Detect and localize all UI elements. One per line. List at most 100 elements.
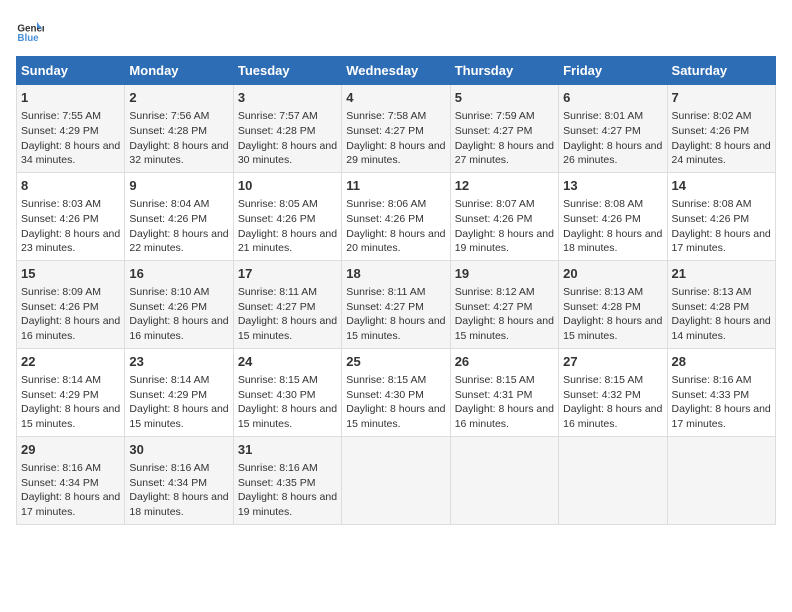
day-number: 14	[672, 177, 771, 195]
day-info: Sunrise: 8:08 AMSunset: 4:26 PMDaylight:…	[672, 197, 771, 256]
day-info: Sunrise: 8:15 AMSunset: 4:31 PMDaylight:…	[455, 373, 554, 432]
calendar-cell: 5Sunrise: 7:59 AMSunset: 4:27 PMDaylight…	[450, 85, 558, 173]
calendar-cell: 1 Sunrise: 7:55 AMSunset: 4:29 PMDaylight…	[17, 85, 125, 173]
calendar-cell: 21Sunrise: 8:13 AMSunset: 4:28 PMDayligh…	[667, 260, 775, 348]
day-number: 7	[672, 89, 771, 107]
calendar-cell: 7 Sunrise: 8:02 AMSunset: 4:26 PMDaylight…	[667, 85, 775, 173]
day-number: 22	[21, 353, 120, 371]
day-info: Sunrise: 8:09 AMSunset: 4:26 PMDaylight:…	[21, 285, 120, 344]
day-info: Sunrise: 8:11 AMSunset: 4:27 PMDaylight:…	[238, 285, 337, 344]
day-number: 18	[346, 265, 445, 283]
logo: General Blue	[16, 16, 48, 44]
calendar-cell	[342, 436, 450, 524]
day-info: Sunrise: 8:10 AMSunset: 4:26 PMDaylight:…	[129, 285, 228, 344]
day-info: Sunrise: 8:11 AMSunset: 4:27 PMDaylight:…	[346, 285, 445, 344]
day-number: 3	[238, 89, 337, 107]
day-info: Sunrise: 7:58 AMSunset: 4:27 PMDaylight:…	[346, 109, 445, 168]
day-number: 1	[21, 89, 120, 107]
day-info: Sunrise: 8:16 AMSunset: 4:34 PMDaylight:…	[129, 461, 228, 520]
page-header: General Blue	[16, 16, 776, 44]
calendar-week-row: 22 Sunrise: 8:14 AMSunset: 4:29 PMDayligh…	[17, 348, 776, 436]
calendar-cell: 30 Sunrise: 8:16 AMSunset: 4:34 PMDayligh…	[125, 436, 233, 524]
calendar-cell: 14 Sunrise: 8:08 AMSunset: 4:26 PMDayligh…	[667, 172, 775, 260]
day-info: Sunrise: 7:55 AMSunset: 4:29 PMDaylight:…	[21, 109, 120, 168]
calendar-cell: 8 Sunrise: 8:03 AMSunset: 4:26 PMDaylight…	[17, 172, 125, 260]
calendar-week-row: 15 Sunrise: 8:09 AMSunset: 4:26 PMDayligh…	[17, 260, 776, 348]
day-number: 30	[129, 441, 228, 459]
day-number: 4	[346, 89, 445, 107]
day-number: 10	[238, 177, 337, 195]
day-number: 11	[346, 177, 445, 195]
day-number: 5	[455, 89, 554, 107]
day-number: 28	[672, 353, 771, 371]
col-header-monday: Monday	[125, 57, 233, 85]
day-number: 26	[455, 353, 554, 371]
day-number: 2	[129, 89, 228, 107]
day-number: 20	[563, 265, 662, 283]
calendar-cell: 10 Sunrise: 8:05 AMSunset: 4:26 PMDayligh…	[233, 172, 341, 260]
day-info: Sunrise: 8:02 AMSunset: 4:26 PMDaylight:…	[672, 109, 771, 168]
calendar-table: SundayMondayTuesdayWednesdayThursdayFrid…	[16, 56, 776, 525]
calendar-week-row: 29Sunrise: 8:16 AMSunset: 4:34 PMDayligh…	[17, 436, 776, 524]
calendar-header-row: SundayMondayTuesdayWednesdayThursdayFrid…	[17, 57, 776, 85]
calendar-cell: 23 Sunrise: 8:14 AMSunset: 4:29 PMDayligh…	[125, 348, 233, 436]
day-number: 12	[455, 177, 554, 195]
day-info: Sunrise: 8:06 AMSunset: 4:26 PMDaylight:…	[346, 197, 445, 256]
day-info: Sunrise: 7:57 AMSunset: 4:28 PMDaylight:…	[238, 109, 337, 168]
day-info: Sunrise: 8:12 AMSunset: 4:27 PMDaylight:…	[455, 285, 554, 344]
day-info: Sunrise: 8:15 AMSunset: 4:30 PMDaylight:…	[346, 373, 445, 432]
calendar-cell: 20 Sunrise: 8:13 AMSunset: 4:28 PMDayligh…	[559, 260, 667, 348]
calendar-cell: 12 Sunrise: 8:07 AMSunset: 4:26 PMDayligh…	[450, 172, 558, 260]
day-number: 16	[129, 265, 228, 283]
day-number: 19	[455, 265, 554, 283]
day-info: Sunrise: 8:08 AMSunset: 4:26 PMDaylight:…	[563, 197, 662, 256]
calendar-cell: 27 Sunrise: 8:15 AMSunset: 4:32 PMDayligh…	[559, 348, 667, 436]
day-number: 15	[21, 265, 120, 283]
col-header-saturday: Saturday	[667, 57, 775, 85]
day-number: 6	[563, 89, 662, 107]
day-info: Sunrise: 8:15 AMSunset: 4:30 PMDaylight:…	[238, 373, 337, 432]
day-info: Sunrise: 8:04 AMSunset: 4:26 PMDaylight:…	[129, 197, 228, 256]
col-header-tuesday: Tuesday	[233, 57, 341, 85]
calendar-cell: 25 Sunrise: 8:15 AMSunset: 4:30 PMDayligh…	[342, 348, 450, 436]
calendar-cell: 22 Sunrise: 8:14 AMSunset: 4:29 PMDayligh…	[17, 348, 125, 436]
day-info: Sunrise: 8:03 AMSunset: 4:26 PMDaylight:…	[21, 197, 120, 256]
day-info: Sunrise: 8:15 AMSunset: 4:32 PMDaylight:…	[563, 373, 662, 432]
col-header-sunday: Sunday	[17, 57, 125, 85]
logo-icon: General Blue	[16, 16, 44, 44]
day-info: Sunrise: 8:16 AMSunset: 4:33 PMDaylight:…	[672, 373, 771, 432]
calendar-cell: 26 Sunrise: 8:15 AMSunset: 4:31 PMDayligh…	[450, 348, 558, 436]
calendar-cell	[559, 436, 667, 524]
day-info: Sunrise: 8:14 AMSunset: 4:29 PMDaylight:…	[21, 373, 120, 432]
day-number: 24	[238, 353, 337, 371]
calendar-cell: 11 Sunrise: 8:06 AMSunset: 4:26 PMDayligh…	[342, 172, 450, 260]
calendar-cell: 24 Sunrise: 8:15 AMSunset: 4:30 PMDayligh…	[233, 348, 341, 436]
calendar-week-row: 1 Sunrise: 7:55 AMSunset: 4:29 PMDaylight…	[17, 85, 776, 173]
calendar-cell: 2Sunrise: 7:56 AMSunset: 4:28 PMDaylight…	[125, 85, 233, 173]
calendar-cell: 17Sunrise: 8:11 AMSunset: 4:27 PMDayligh…	[233, 260, 341, 348]
day-number: 8	[21, 177, 120, 195]
calendar-cell: 19 Sunrise: 8:12 AMSunset: 4:27 PMDayligh…	[450, 260, 558, 348]
calendar-cell: 4 Sunrise: 7:58 AMSunset: 4:27 PMDaylight…	[342, 85, 450, 173]
col-header-wednesday: Wednesday	[342, 57, 450, 85]
calendar-cell: 28 Sunrise: 8:16 AMSunset: 4:33 PMDayligh…	[667, 348, 775, 436]
calendar-cell	[450, 436, 558, 524]
day-number: 31	[238, 441, 337, 459]
svg-text:Blue: Blue	[17, 33, 39, 44]
day-info: Sunrise: 8:13 AMSunset: 4:28 PMDaylight:…	[563, 285, 662, 344]
day-info: Sunrise: 8:13 AMSunset: 4:28 PMDaylight:…	[672, 285, 771, 344]
calendar-week-row: 8 Sunrise: 8:03 AMSunset: 4:26 PMDaylight…	[17, 172, 776, 260]
col-header-friday: Friday	[559, 57, 667, 85]
day-info: Sunrise: 8:14 AMSunset: 4:29 PMDaylight:…	[129, 373, 228, 432]
day-info: Sunrise: 8:07 AMSunset: 4:26 PMDaylight:…	[455, 197, 554, 256]
calendar-cell: 3 Sunrise: 7:57 AMSunset: 4:28 PMDaylight…	[233, 85, 341, 173]
calendar-cell: 31Sunrise: 8:16 AMSunset: 4:35 PMDayligh…	[233, 436, 341, 524]
day-number: 9	[129, 177, 228, 195]
day-number: 25	[346, 353, 445, 371]
day-number: 27	[563, 353, 662, 371]
day-info: Sunrise: 8:01 AMSunset: 4:27 PMDaylight:…	[563, 109, 662, 168]
calendar-cell	[667, 436, 775, 524]
day-number: 23	[129, 353, 228, 371]
day-info: Sunrise: 8:05 AMSunset: 4:26 PMDaylight:…	[238, 197, 337, 256]
calendar-cell: 13Sunrise: 8:08 AMSunset: 4:26 PMDayligh…	[559, 172, 667, 260]
